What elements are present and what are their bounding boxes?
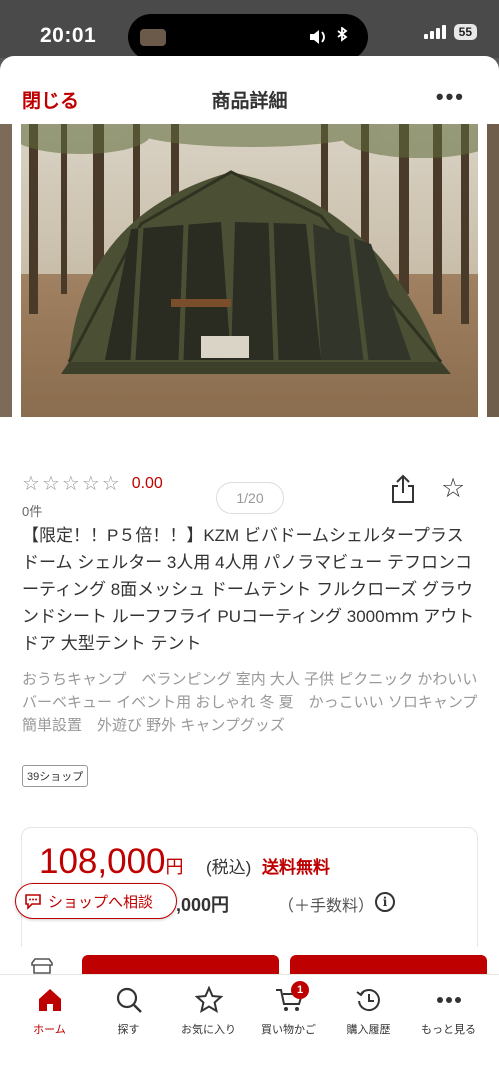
status-bar: 20:01 55 (0, 0, 499, 60)
status-time: 20:01 (40, 24, 97, 47)
free-shipping-label: 送料無料 (262, 858, 330, 877)
status-right: 55 (423, 24, 477, 40)
home-icon (38, 989, 61, 1011)
price-amount: 108,000 (39, 842, 166, 881)
rating-value: 0.00 (131, 475, 163, 492)
battery-indicator: 55 (453, 24, 477, 40)
tab-home-label: ホーム (33, 1024, 66, 1036)
star-icon (194, 986, 223, 1014)
history-icon (355, 989, 380, 1012)
island-status-icons (308, 26, 354, 52)
price-yen: 円 (165, 857, 184, 877)
more-options-button[interactable]: ••• (436, 84, 465, 110)
tab-more[interactable]: もっと見る (407, 985, 490, 1037)
rating-row[interactable]: ☆ ☆ ☆ ☆ ☆ 0.00 (22, 474, 163, 494)
shop-consult-label: ショップへ相談 (48, 893, 154, 911)
more-icon (436, 997, 461, 1003)
cart-count-badge: 1 (291, 981, 309, 999)
search-icon (116, 987, 142, 1013)
share-icon[interactable] (390, 474, 416, 504)
sheet-header: 閉じる 商品詳細 ••• (0, 56, 499, 122)
shop-icon[interactable] (30, 957, 54, 975)
tab-cart-label: 買い物かご (261, 1024, 316, 1036)
tax-label: (税込) (206, 858, 252, 877)
tab-history-label: 購入履歴 (346, 1024, 391, 1036)
tab-search[interactable]: 探す (87, 985, 170, 1037)
page-title: 商品詳細 (211, 91, 288, 112)
info-icon[interactable]: i (375, 892, 395, 912)
product-detail-sheet: 閉じる 商品詳細 ••• 1/20 ☆ ☆ ☆ ☆ ☆ 0.00 0件 ☆ 【限… (0, 56, 499, 1080)
fee-label: （＋手数料） (278, 898, 375, 915)
rating-star-icon: ☆ (41, 473, 60, 495)
price: 108,000円 (39, 842, 184, 882)
tab-home[interactable]: ホーム (8, 985, 91, 1037)
shop-consult-button[interactable]: ショップへ相談 (15, 883, 177, 919)
shop-badge: 39ショップ (22, 765, 89, 787)
image-pager: 1/20 (216, 482, 284, 514)
now-playing-thumbnail (140, 29, 166, 46)
tab-more-label: もっと見る (421, 1024, 476, 1036)
bottom-tab-bar: ホーム 探す お気に入り 1 買い物かご 購入履歴 もっと見る (0, 974, 499, 1080)
dynamic-island (128, 14, 368, 60)
product-image[interactable] (21, 124, 478, 417)
rating-star-icon: ☆ (81, 473, 100, 495)
rating-star-icon: ☆ (61, 473, 80, 495)
tab-cart[interactable]: 1 買い物かご (247, 981, 330, 1037)
tab-favorites[interactable]: お気に入り (167, 985, 250, 1037)
tab-history[interactable]: 購入履歴 (327, 985, 410, 1037)
tab-search-label: 探す (117, 1024, 140, 1036)
previous-image-peek[interactable] (0, 124, 12, 417)
signal-icon (423, 25, 446, 39)
rating-star-icon: ☆ (22, 473, 40, 495)
tent-photo-illustration (21, 124, 478, 417)
rating-star-icon: ☆ (101, 473, 120, 495)
product-title: 【限定！！P５倍！！】KZM ビバドームシェルタープラス ドーム シェルター 3… (22, 526, 475, 653)
next-image-peek[interactable] (487, 124, 499, 417)
tab-favorites-label: お気に入り (181, 1024, 236, 1036)
product-tags: おうちキャンプ ベランピング 室内 大人 子供 ピクニック かわいい バーベキュ… (22, 671, 493, 734)
chat-icon (25, 894, 41, 910)
star-outline-icon[interactable]: ☆ (441, 474, 465, 502)
review-count[interactable]: 0件 (22, 501, 42, 520)
product-image-gallery[interactable]: 1/20 (0, 124, 499, 514)
